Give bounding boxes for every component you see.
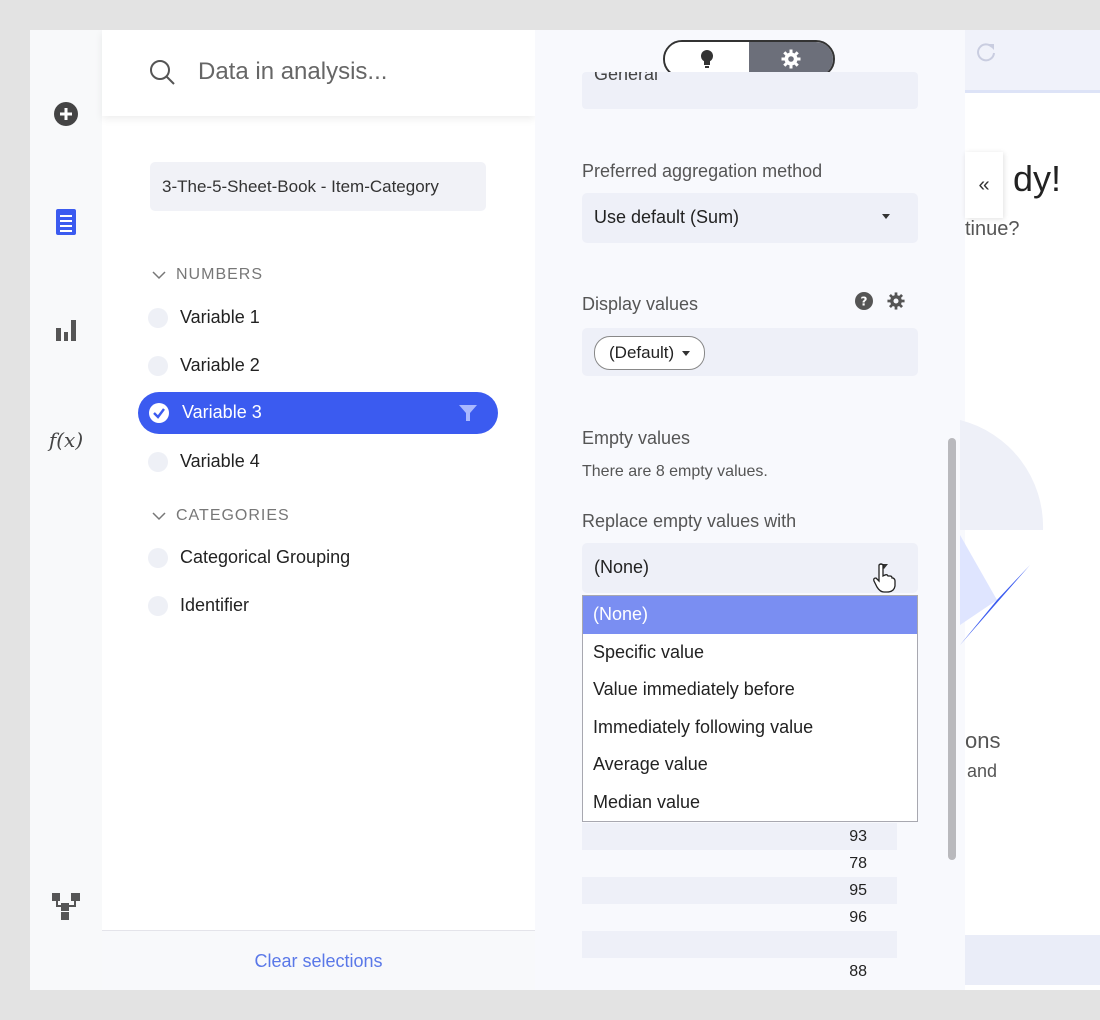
svg-text:?: ? [861,295,868,309]
background-heading: dy! [1013,158,1062,199]
list-item-label: Categorical Grouping [180,547,351,567]
replace-empty-select[interactable]: (None) [582,543,918,593]
value-row: 93 [582,823,897,850]
empty-values-label: Empty values [582,428,691,448]
list-item-label: Variable 2 [180,355,260,375]
value-row: 96 [849,909,867,926]
option-value-before[interactable]: Value immediately before [583,671,917,709]
gear-icon [781,49,801,69]
value-row: 78 [849,855,867,872]
filter-icon[interactable] [458,403,478,428]
function-icon[interactable]: f(x) [48,422,84,458]
list-item-categorical-grouping[interactable]: Categorical Grouping [148,547,350,568]
bar-chart-icon[interactable] [48,312,84,348]
values-list: 93 78 95 96 88 [582,823,897,985]
general-select-value: General [594,72,659,84]
settings-panel: General Preferred aggregation method Use… [535,30,965,990]
background-canvas: « dy! tinue? ons and [960,30,1100,990]
list-item-label: Variable 1 [180,307,260,327]
radio-circle [148,547,168,568]
insights-tab[interactable] [665,42,749,76]
list-item-label: Variable 4 [180,451,260,471]
replace-empty-select-value: (None) [594,557,650,577]
group-categories[interactable]: CATEGORIES [152,507,290,525]
display-values-dropdown[interactable]: (Default) [594,336,706,370]
list-item-variable-1[interactable]: Variable 1 [148,307,260,328]
search-bar[interactable]: Data in analysis... [102,30,535,116]
data-table-icon[interactable] [48,204,84,240]
list-item-label: Variable 3 [182,402,262,422]
settings-tab[interactable] [749,42,833,76]
display-values-label: Display values [582,294,699,314]
background-subtitle: tinue? [965,218,1020,240]
clear-selections-link[interactable]: Clear selections [102,930,535,990]
background-text: and [967,761,998,781]
radio-circle [148,307,168,328]
collapse-panel-button[interactable]: « [965,152,1003,218]
chevron-down-icon [152,512,166,521]
background-toolbar [965,30,1100,93]
group-numbers[interactable]: NUMBERS [152,266,263,284]
aggregation-select-value: Use default (Sum) [594,207,740,227]
scrollbar[interactable] [948,438,956,860]
radio-circle [148,355,168,376]
option-none[interactable]: (None) [583,596,917,634]
display-values-box: (Default) [582,328,918,376]
radio-circle [148,451,168,472]
list-item-label: Identifier [180,595,250,615]
add-icon[interactable] [48,96,84,132]
option-average-value[interactable]: Average value [583,746,917,784]
search-icon [148,58,176,91]
background-footer [965,935,1100,985]
option-following-value[interactable]: Immediately following value [583,709,917,747]
hand-cursor-icon [872,563,896,598]
caret-down-icon [882,214,890,219]
value-row: 95 [582,877,897,904]
data-panel: Data in analysis... 3-The-5-Sheet-Book -… [102,30,535,990]
replace-empty-label: Replace empty values with [582,511,797,531]
refresh-icon[interactable] [975,42,997,64]
background-text: ons [965,728,1001,753]
aggregation-select[interactable]: Use default (Sum) [582,193,918,243]
list-item-variable-2[interactable]: Variable 2 [148,355,260,376]
aggregation-label: Preferred aggregation method [582,161,823,181]
help-icon[interactable]: ? [855,292,873,310]
app-window: f(x) Data in analysis... 3-The-5-Sheet-B… [30,30,1100,990]
value-row: 88 [849,963,867,980]
empty-values-note: There are 8 empty values. [582,463,768,480]
gear-icon[interactable] [887,292,905,310]
group-categories-label: CATEGORIES [176,507,290,524]
left-rail: f(x) [30,30,103,990]
list-item-variable-4[interactable]: Variable 4 [148,451,260,472]
decorative-pie-shape [960,420,1044,645]
general-select[interactable]: General [582,72,918,109]
chevron-down-icon [152,271,166,280]
data-source-box[interactable]: 3-The-5-Sheet-Book - Item-Category [150,162,486,211]
group-numbers-label: NUMBERS [176,266,264,283]
lightbulb-icon [701,50,713,68]
value-row [582,931,897,958]
replace-empty-dropdown: (None) Specific value Value immediately … [582,595,918,822]
check-circle-icon [149,403,169,428]
display-values-value: (Default) [609,343,675,362]
display-values-icons: ? [855,292,905,310]
data-canvas-icon[interactable] [48,888,84,924]
list-item-identifier[interactable]: Identifier [148,595,249,616]
option-median-value[interactable]: Median value [583,784,917,822]
list-item-variable-3-selected[interactable]: Variable 3 [138,392,498,434]
caret-down-icon [682,350,691,356]
option-specific-value[interactable]: Specific value [583,634,917,672]
search-input[interactable]: Data in analysis... [198,58,387,86]
radio-circle [148,595,168,616]
